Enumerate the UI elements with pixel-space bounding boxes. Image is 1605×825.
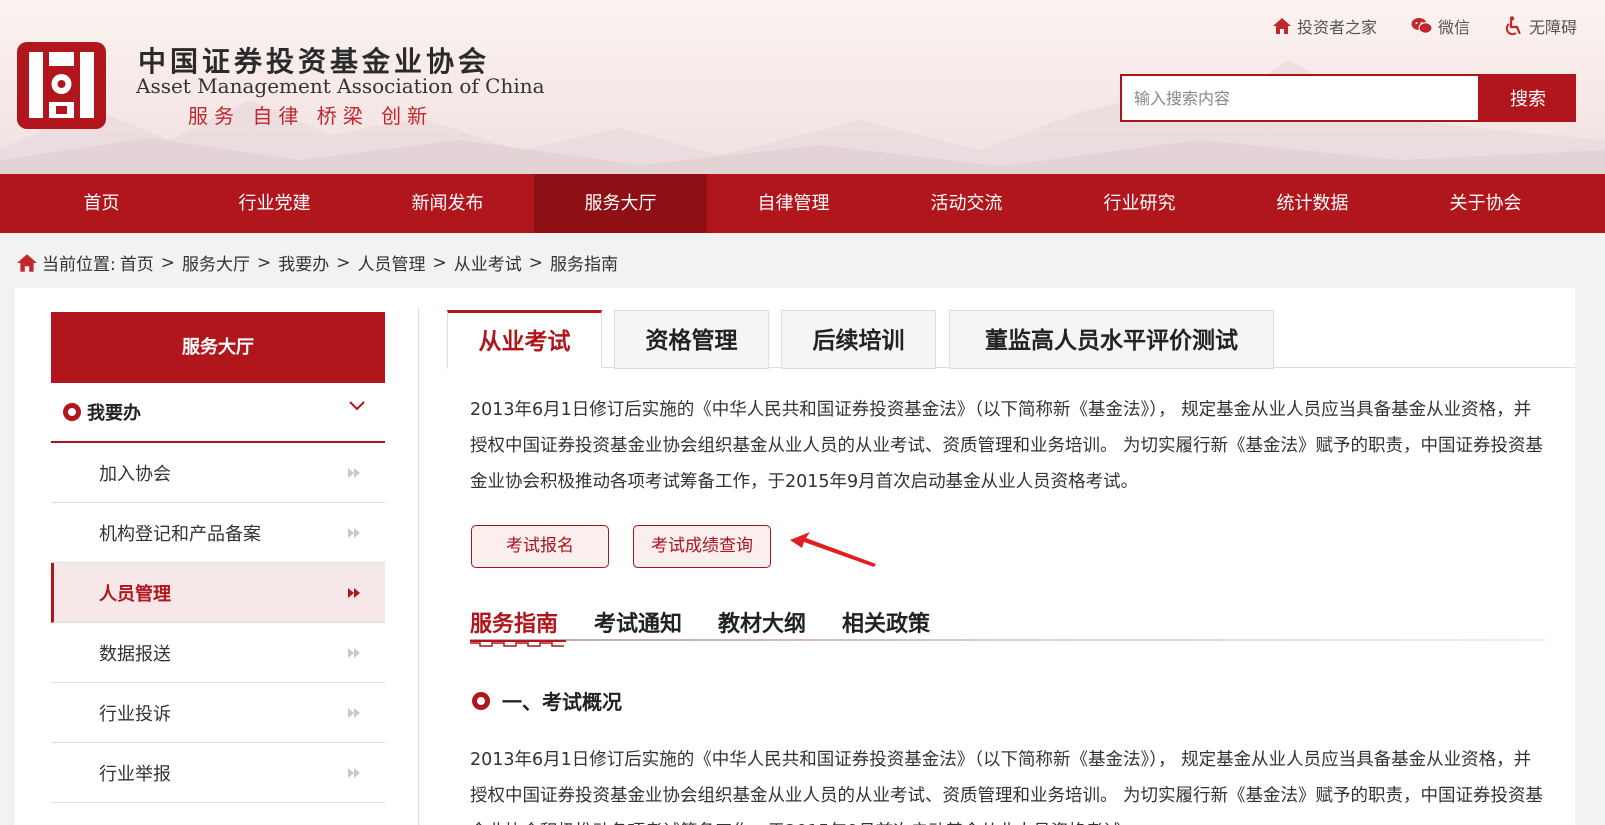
arrow-right-icon bbox=[348, 768, 360, 778]
logo-slogan: 服务 自律 桥梁 创新 bbox=[188, 104, 434, 128]
bullet-icon bbox=[63, 403, 81, 421]
sidebar-group-label: 我要办 bbox=[87, 403, 141, 424]
top-link-label: 微信 bbox=[1437, 18, 1470, 37]
sidebar: 服务大厅 我要办 加入协会 机构登记和产品备案 人员管理 数据报送 行业投诉 行… bbox=[51, 312, 385, 803]
sidebar-item-label: 行业投诉 bbox=[99, 703, 171, 725]
breadcrumb-separator: > bbox=[336, 252, 351, 273]
breadcrumb-item-exam[interactable]: 从业考试 bbox=[454, 250, 522, 275]
tab-director-test[interactable]: 董监高人员水平评价测试 bbox=[949, 310, 1274, 369]
divider bbox=[418, 308, 419, 825]
section-title-text: 一、考试概况 bbox=[502, 690, 622, 714]
body-text: 2013年6月1日修订后实施的《中华人民共和国证券投资基金法》（以下简称新《基金… bbox=[470, 750, 1544, 825]
sidebar-item-label: 数据报送 bbox=[99, 643, 171, 665]
main-nav: 首页 行业党建 新闻发布 服务大厅 自律管理 活动交流 行业研究 统计数据 关于… bbox=[0, 174, 1605, 233]
sidebar-item-data-report[interactable]: 数据报送 bbox=[51, 623, 385, 683]
amac-logo-icon[interactable] bbox=[15, 40, 108, 131]
breadcrumb-item-todo[interactable]: 我要办 bbox=[278, 250, 329, 275]
breadcrumb-separator: > bbox=[256, 252, 272, 273]
chevron-down-icon bbox=[349, 401, 365, 411]
nav-item-about[interactable]: 关于协会 bbox=[1399, 174, 1572, 233]
breadcrumb-label: 当前位置: bbox=[42, 255, 116, 275]
exam-register-button[interactable]: 考试报名 bbox=[471, 525, 609, 568]
sidebar-item-label: 加入协会 bbox=[99, 463, 171, 485]
sidebar-item-report[interactable]: 行业举报 bbox=[51, 743, 385, 803]
subtab-bar: 服务指南 考试通知 教材大纲 相关政策 bbox=[470, 606, 930, 638]
wechat-icon bbox=[1411, 18, 1433, 34]
top-link-label: 无障碍 bbox=[1528, 18, 1577, 37]
logo-english-name: Asset Management Association of China bbox=[136, 74, 545, 98]
intro-text: 2013年6月1日修订后实施的《中华人民共和国证券投资基金法》（以下简称新《基金… bbox=[470, 400, 1544, 492]
home-icon bbox=[1272, 18, 1291, 34]
arrow-right-icon bbox=[348, 528, 360, 538]
sidebar-item-complaint[interactable]: 行业投诉 bbox=[51, 683, 385, 743]
breadcrumb-item-service-hall[interactable]: 服务大厅 bbox=[182, 250, 250, 275]
tab-training[interactable]: 后续培训 bbox=[781, 310, 936, 369]
sidebar-item-registration[interactable]: 机构登记和产品备案 bbox=[51, 503, 385, 563]
subtab-policy[interactable]: 相关政策 bbox=[842, 606, 930, 638]
sidebar-group-todo[interactable]: 我要办 bbox=[51, 383, 385, 443]
nav-item-research[interactable]: 行业研究 bbox=[1053, 174, 1226, 233]
ornament-icon bbox=[470, 640, 566, 647]
sidebar-title: 服务大厅 bbox=[51, 312, 385, 383]
breadcrumb-separator: > bbox=[528, 252, 543, 273]
bullet-icon bbox=[472, 691, 490, 710]
breadcrumb-item-guide[interactable]: 服务指南 bbox=[550, 250, 618, 275]
top-link-accessibility[interactable]: 无障碍 bbox=[1504, 14, 1577, 38]
breadcrumb-item-personnel[interactable]: 人员管理 bbox=[357, 250, 425, 275]
subtab-notice[interactable]: 考试通知 bbox=[594, 606, 682, 638]
nav-item-statistics[interactable]: 统计数据 bbox=[1226, 174, 1399, 233]
accessibility-icon bbox=[1505, 16, 1521, 36]
top-link-investor-home[interactable]: 投资者之家 bbox=[1272, 14, 1377, 38]
nav-item-service-hall[interactable]: 服务大厅 bbox=[534, 174, 707, 233]
breadcrumb-separator: > bbox=[160, 252, 175, 273]
sidebar-item-join[interactable]: 加入协会 bbox=[51, 443, 385, 503]
sidebar-item-label: 行业举报 bbox=[99, 763, 171, 785]
breadcrumb-item-home[interactable]: 首页 bbox=[120, 250, 154, 275]
top-links: 投资者之家 微信 无障碍 bbox=[1272, 14, 1577, 38]
section-title: 一、考试概况 bbox=[472, 686, 622, 715]
arrow-right-icon bbox=[348, 648, 360, 658]
sidebar-item-label: 机构登记和产品备案 bbox=[99, 523, 261, 545]
nav-item-news[interactable]: 新闻发布 bbox=[361, 174, 534, 233]
subtab-syllabus[interactable]: 教材大纲 bbox=[718, 606, 806, 638]
home-icon bbox=[17, 253, 37, 272]
subtab-underline bbox=[470, 639, 1545, 641]
tab-qualification[interactable]: 资格管理 bbox=[614, 310, 769, 369]
nav-item-self-regulation[interactable]: 自律管理 bbox=[707, 174, 880, 233]
annotation-arrow-icon bbox=[790, 532, 876, 567]
search-button[interactable]: 搜索 bbox=[1480, 74, 1576, 122]
nav-item-home[interactable]: 首页 bbox=[15, 174, 188, 233]
sidebar-item-label: 人员管理 bbox=[99, 583, 171, 605]
tab-exam[interactable]: 从业考试 bbox=[447, 310, 602, 369]
main-panel: 服务大厅 我要办 加入协会 机构登记和产品备案 人员管理 数据报送 行业投诉 行… bbox=[15, 288, 1575, 825]
top-link-label: 投资者之家 bbox=[1296, 18, 1377, 37]
sidebar-item-personnel[interactable]: 人员管理 bbox=[51, 563, 385, 623]
tab-bar: 从业考试 资格管理 后续培训 董监高人员水平评价测试 bbox=[447, 310, 1575, 369]
top-link-wechat[interactable]: 微信 bbox=[1411, 14, 1470, 38]
nav-item-events[interactable]: 活动交流 bbox=[880, 174, 1053, 233]
score-query-button[interactable]: 考试成绩查询 bbox=[633, 525, 771, 568]
arrow-right-icon bbox=[348, 588, 360, 598]
breadcrumb: 当前位置: 首页 > 服务大厅 > 我要办 > 人员管理 > 从业考试 > 服务… bbox=[16, 250, 618, 275]
nav-item-party-building[interactable]: 行业党建 bbox=[188, 174, 361, 233]
site-header: 中国证券投资基金业协会 Asset Management Association… bbox=[0, 0, 1605, 174]
subtab-guide[interactable]: 服务指南 bbox=[470, 606, 558, 638]
arrow-right-icon bbox=[348, 468, 360, 478]
breadcrumb-separator: > bbox=[432, 252, 447, 273]
search-input[interactable] bbox=[1120, 74, 1480, 122]
arrow-right-icon bbox=[348, 708, 360, 718]
